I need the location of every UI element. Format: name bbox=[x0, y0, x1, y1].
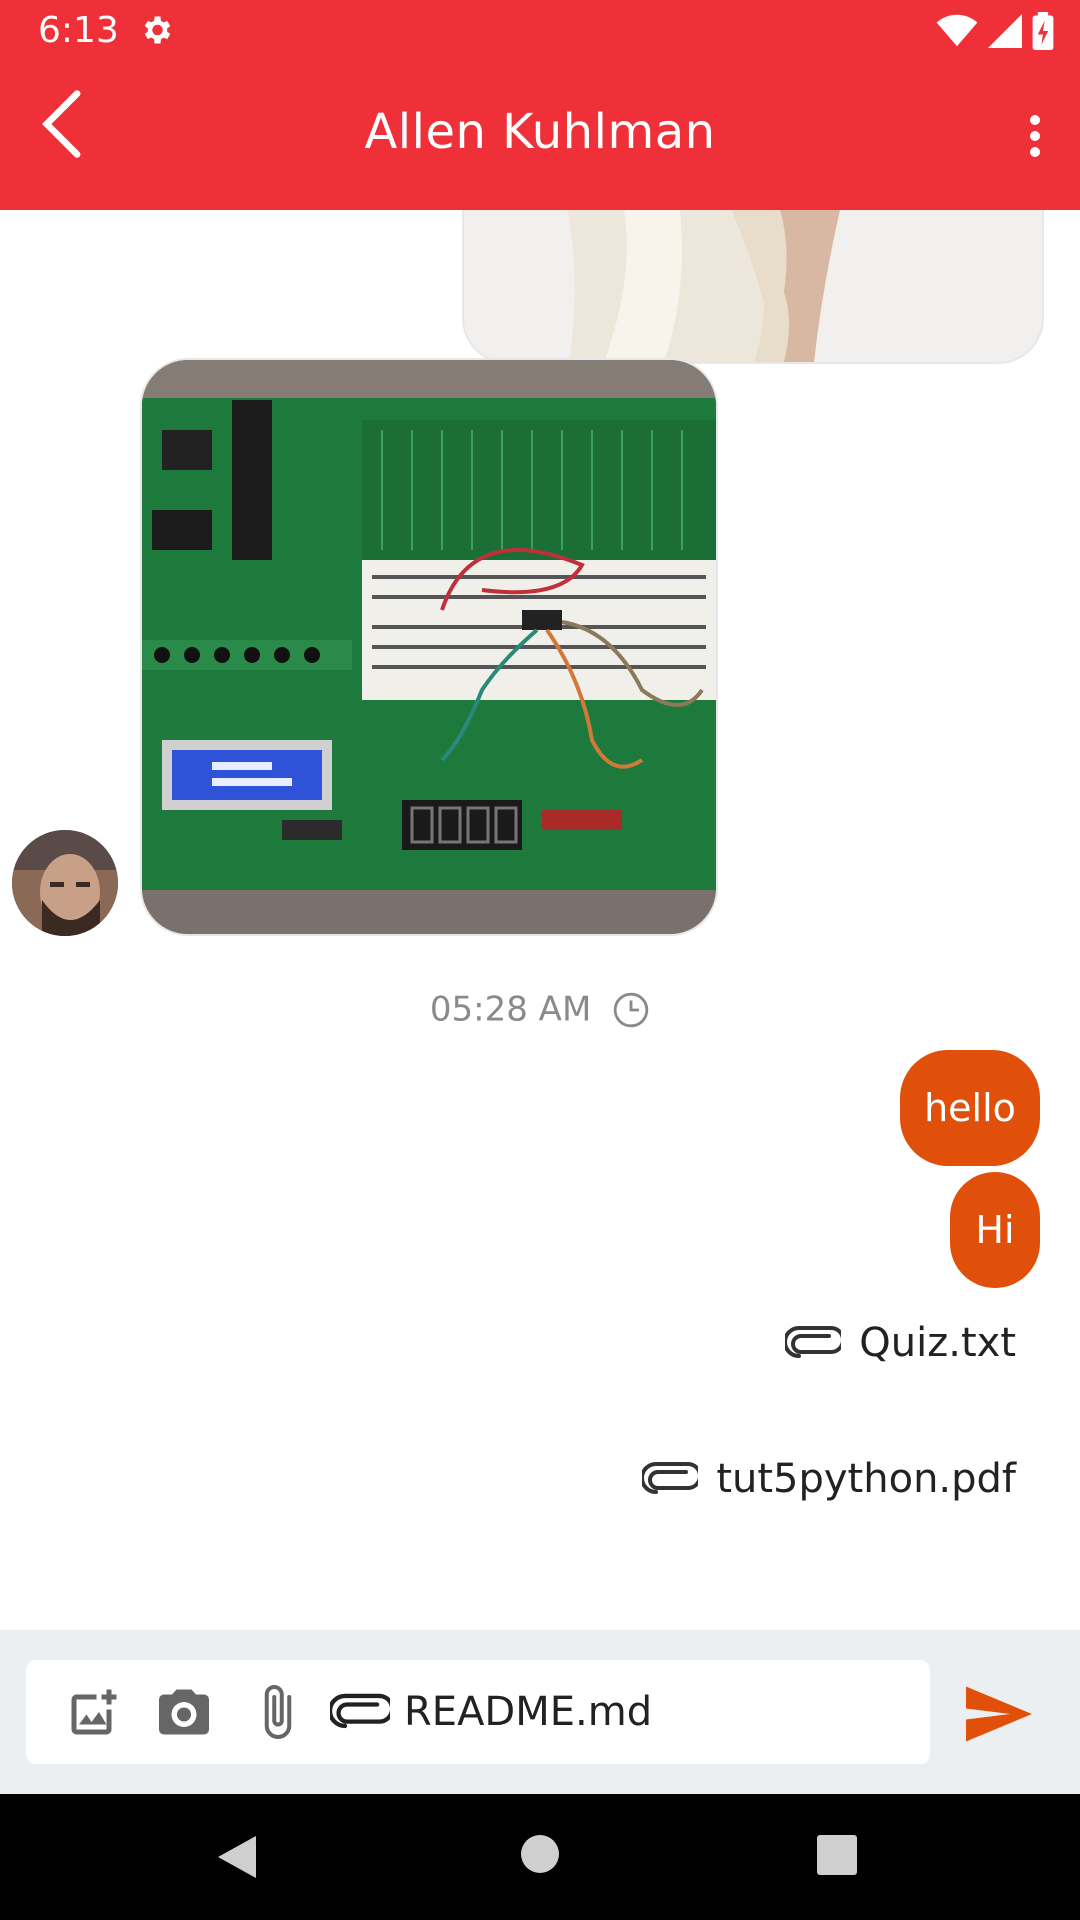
send-icon[interactable] bbox=[966, 1686, 1032, 1742]
nav-home-icon[interactable] bbox=[520, 1834, 560, 1874]
avatar-photo-image bbox=[12, 830, 118, 936]
received-photo-message[interactable] bbox=[140, 358, 718, 936]
sent-file-message[interactable]: Quiz.txt bbox=[785, 1320, 1016, 1366]
more-options-icon[interactable] bbox=[1010, 106, 1060, 166]
settings-gear-icon bbox=[144, 16, 171, 44]
message-composer: README.md bbox=[0, 1630, 1080, 1794]
paperclip-icon bbox=[330, 1693, 390, 1729]
nav-recent-apps-icon[interactable] bbox=[816, 1834, 858, 1876]
nav-back-icon[interactable] bbox=[216, 1834, 258, 1880]
bubble-text: hello bbox=[924, 1086, 1016, 1130]
bubble-text: Hi bbox=[975, 1208, 1015, 1252]
message-input[interactable]: README.md bbox=[26, 1660, 930, 1764]
conversation-title: Allen Kuhlman bbox=[364, 104, 716, 160]
signal-icon bbox=[988, 14, 1022, 48]
sent-text-bubble[interactable]: Hi bbox=[950, 1172, 1040, 1288]
battery-icon bbox=[1032, 12, 1054, 50]
timestamp-text: 05:28 AM bbox=[429, 989, 592, 1030]
paperclip-icon bbox=[642, 1462, 699, 1494]
attached-file-name: README.md bbox=[404, 1689, 653, 1735]
camera-icon[interactable] bbox=[154, 1682, 214, 1742]
wifi-icon bbox=[936, 14, 978, 47]
add-image-icon[interactable] bbox=[64, 1682, 124, 1742]
paperclip-icon bbox=[785, 1326, 842, 1358]
app-bar: Allen Kuhlman bbox=[0, 64, 1080, 210]
status-bar: 6:13 bbox=[0, 0, 1080, 64]
message-timestamp: 05:28 AM bbox=[0, 988, 1080, 1030]
sent-text-bubble[interactable]: hello bbox=[900, 1050, 1040, 1166]
attachment-icon[interactable] bbox=[248, 1682, 308, 1742]
file-name: tut5python.pdf bbox=[716, 1456, 1016, 1502]
sent-photo-message[interactable] bbox=[462, 210, 1044, 364]
circuit-board-photo-image bbox=[142, 360, 716, 934]
chat-area[interactable]: 05:28 AM hello Hi Quiz.txt tut5python.pd… bbox=[0, 210, 1080, 1630]
status-time: 6:13 bbox=[38, 10, 119, 51]
portrait-photo-image bbox=[464, 210, 1042, 362]
file-name: Quiz.txt bbox=[859, 1320, 1016, 1366]
sent-file-message[interactable]: tut5python.pdf bbox=[642, 1456, 1016, 1502]
contact-avatar[interactable] bbox=[12, 830, 118, 936]
system-nav-bar bbox=[0, 1794, 1080, 1920]
clock-icon bbox=[613, 992, 649, 1027]
